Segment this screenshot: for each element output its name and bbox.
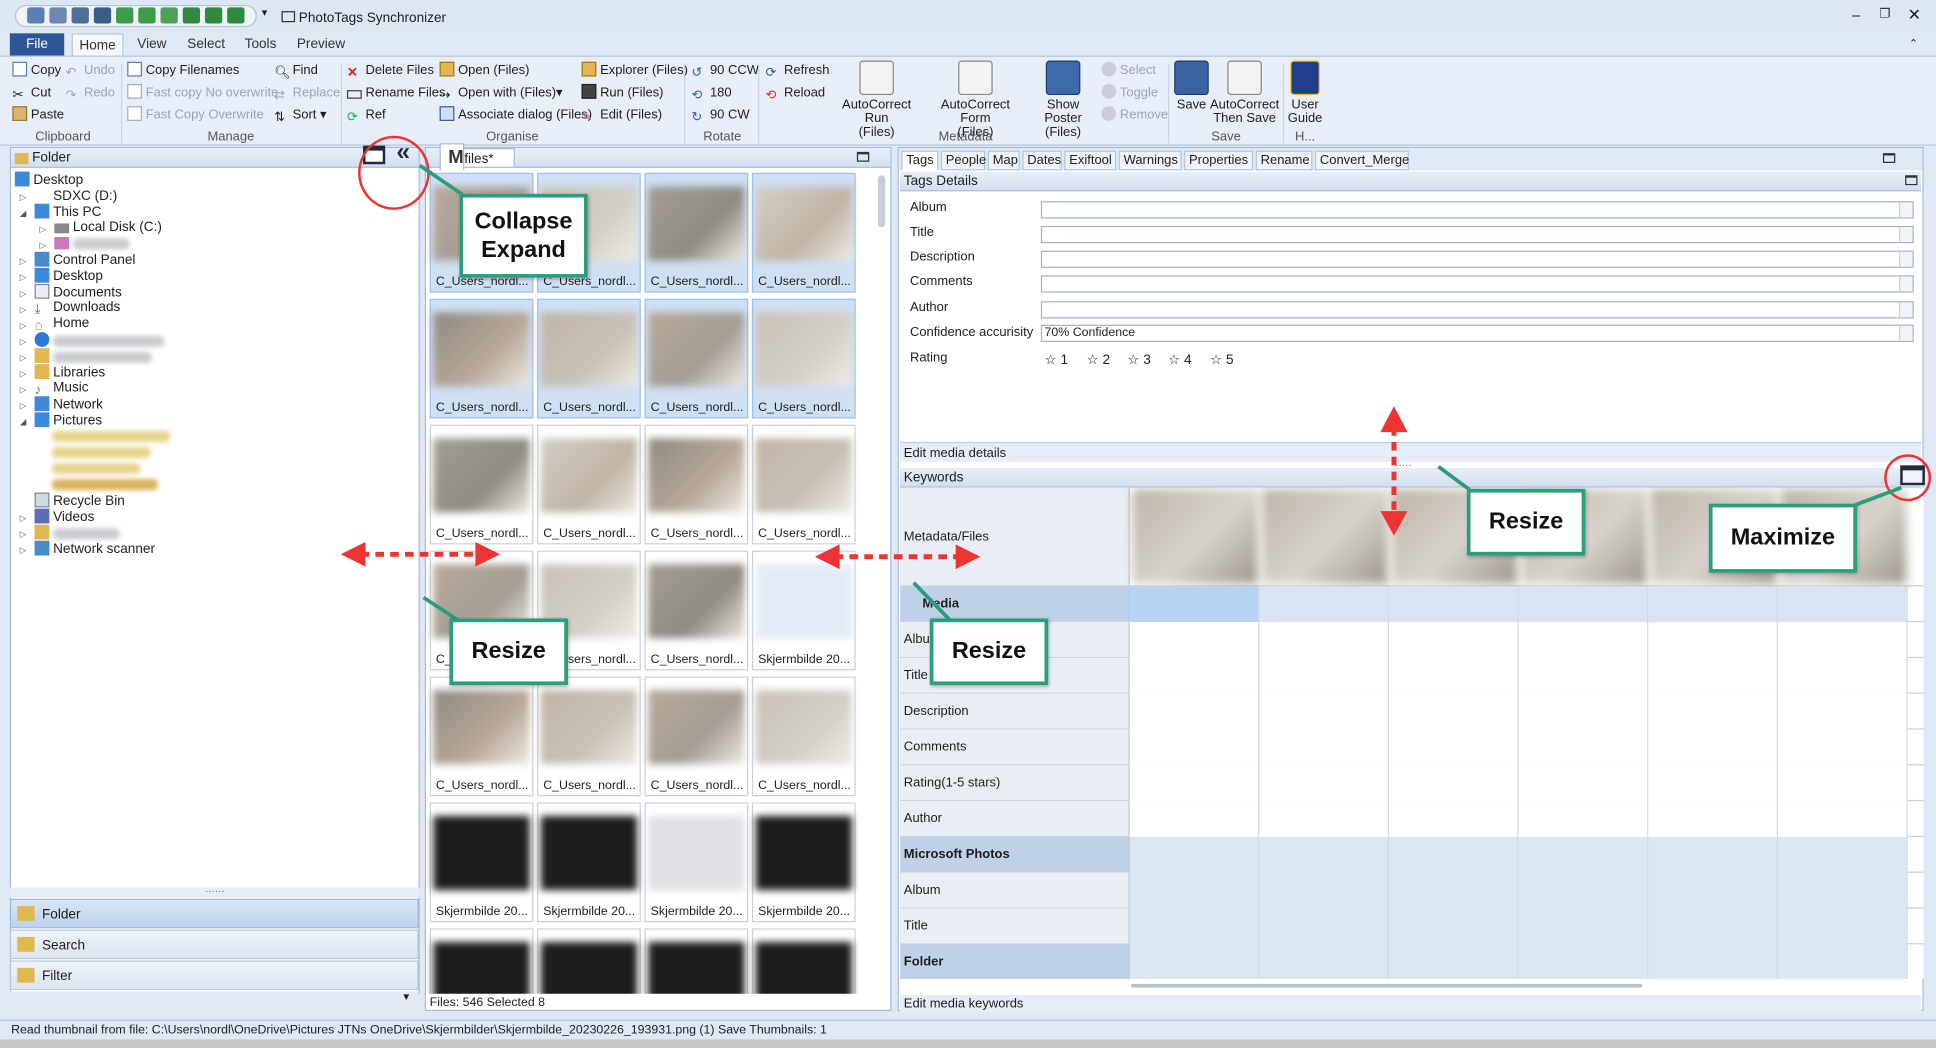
- arrow-head: [340, 541, 366, 567]
- arrow-head: [475, 541, 501, 567]
- arrow-head: [1380, 511, 1408, 536]
- callout-leader-line: [418, 163, 468, 200]
- callout-leader-line: [1851, 485, 1903, 508]
- callout-leader-line: [1437, 465, 1473, 493]
- arrow-head: [1380, 406, 1408, 433]
- arrow-head: [955, 544, 981, 570]
- arrow-head: [814, 544, 840, 570]
- annotation-arrows: [340, 163, 1903, 623]
- callout-leader-line: [912, 581, 953, 623]
- callout-collapse-expand: Collapse Expand: [459, 193, 588, 278]
- callout-resize-left: Resize: [449, 618, 568, 686]
- callout-leader-line: [422, 595, 461, 623]
- callout-maximize: Maximize: [1708, 503, 1857, 573]
- callout-resize-middle: Resize: [929, 618, 1049, 686]
- callout-resize-vertical: Resize: [1466, 488, 1586, 556]
